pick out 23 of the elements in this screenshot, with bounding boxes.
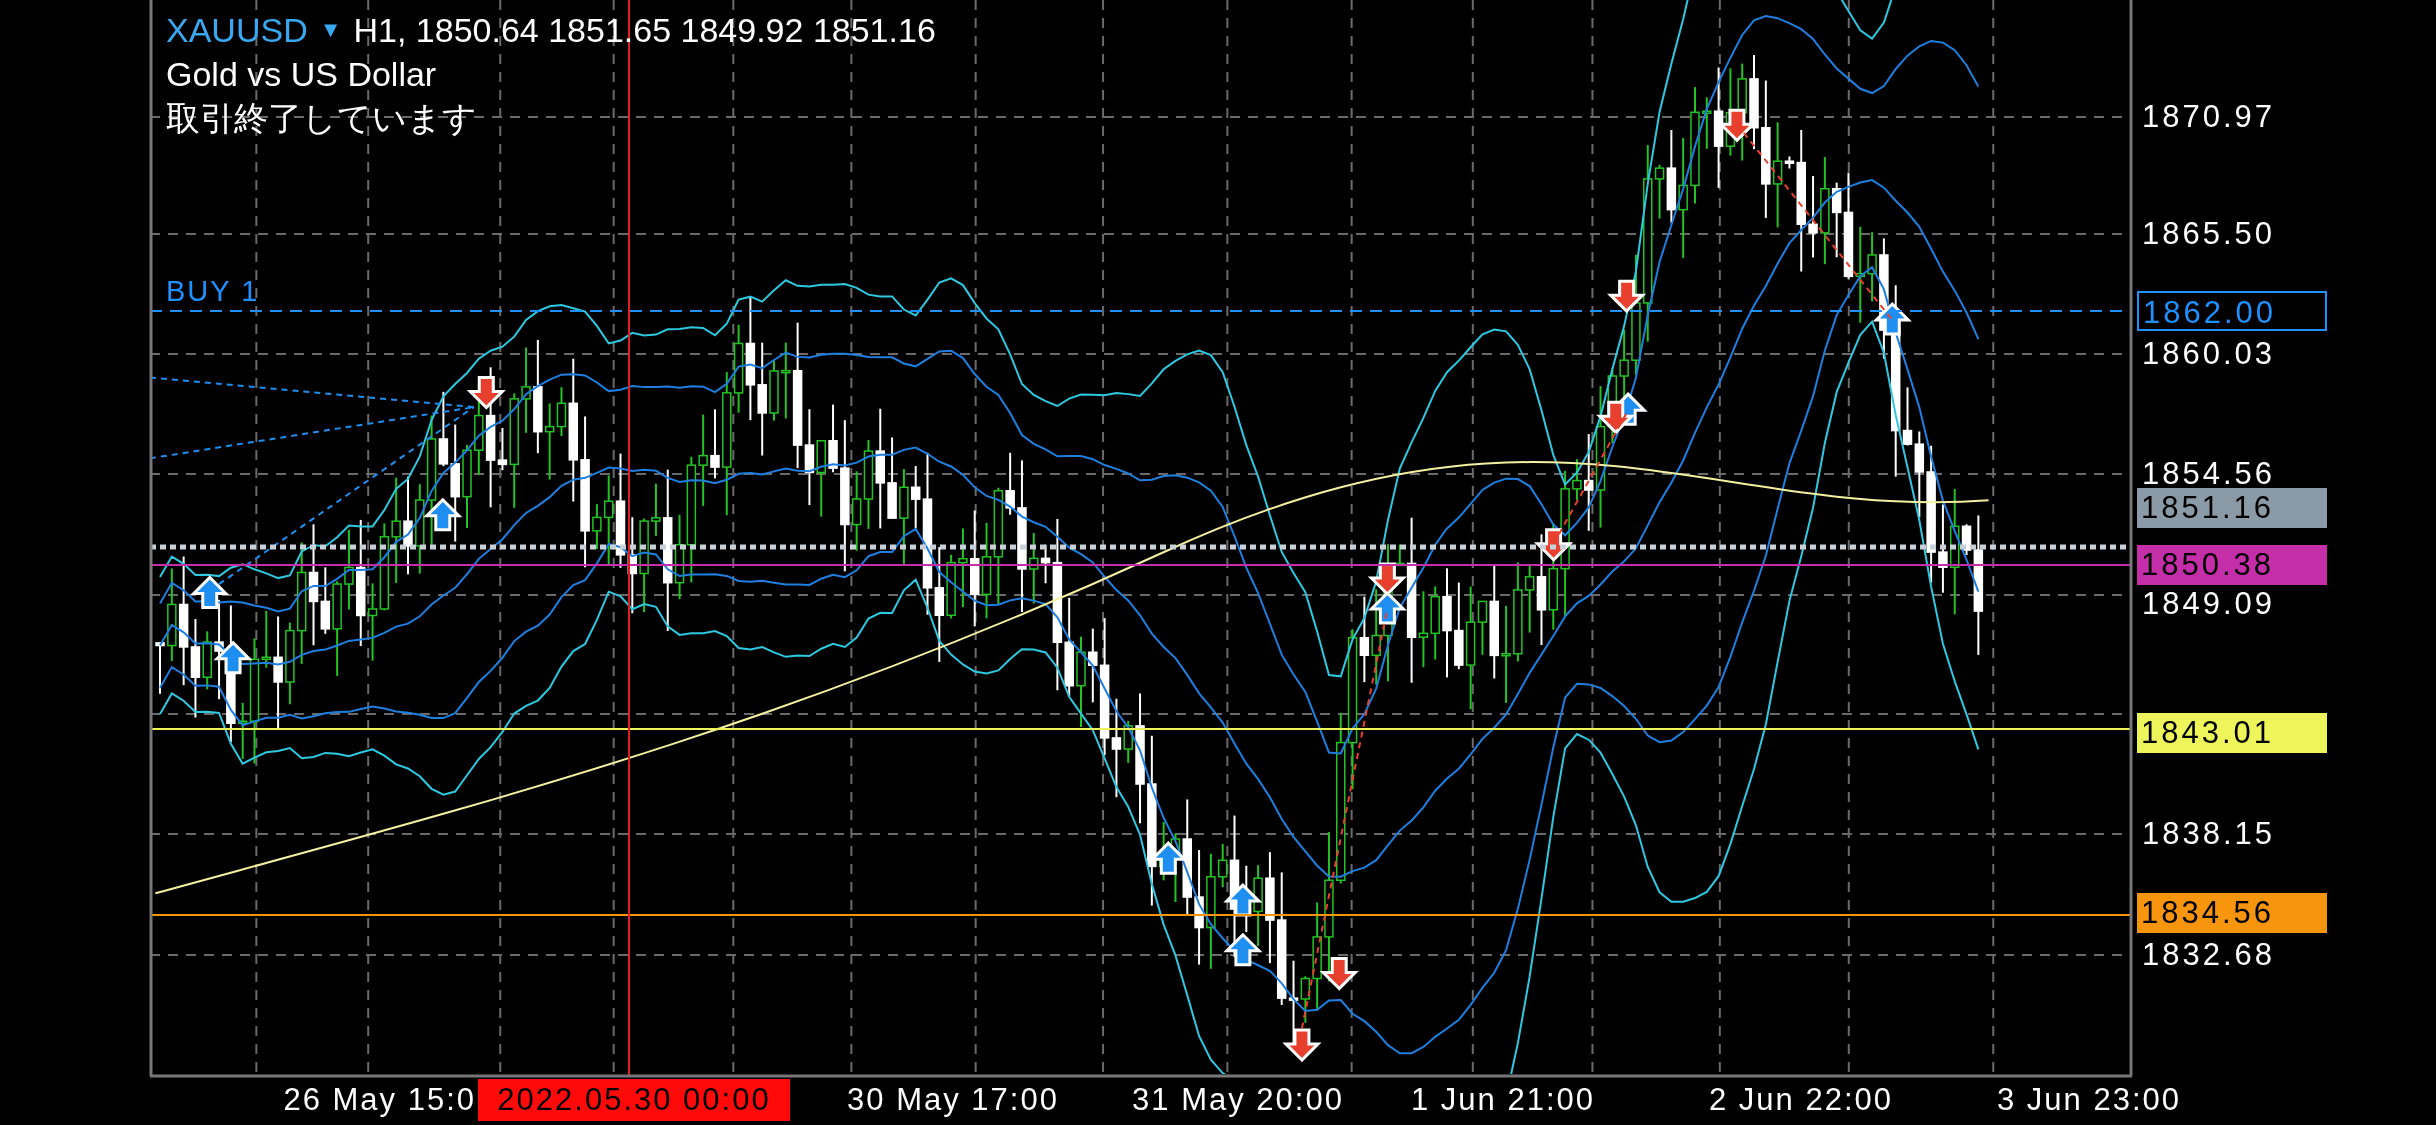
- time-axis-label: 1 Jun 21:00: [1411, 1081, 1595, 1119]
- price-axis-label: 1860.03: [2142, 336, 2276, 372]
- price-tag: 1834.56: [2137, 893, 2327, 933]
- price-axis-label: 1870.97: [2142, 99, 2276, 135]
- order-label: BUY 1: [166, 274, 260, 309]
- market-status: 取引終了しています: [166, 98, 477, 139]
- price-axis-label: 1838.15: [2142, 816, 2276, 852]
- symbol-name[interactable]: XAUUSD: [166, 8, 308, 52]
- price-axis-label: 1849.09: [2142, 586, 2276, 622]
- price-tag: 1851.16: [2137, 488, 2327, 528]
- price-axis-label: 1832.68: [2142, 937, 2276, 973]
- price-tag: 1850.38: [2137, 545, 2327, 585]
- price-tag: 1843.01: [2137, 713, 2327, 753]
- price-tag: 1862.00: [2137, 291, 2327, 331]
- time-axis-label: 2 Jun 22:00: [1709, 1081, 1893, 1119]
- time-axis-label: 26 May 15:0: [283, 1081, 476, 1119]
- crosshair-time-label: 2022.05.30 00:00: [478, 1079, 790, 1121]
- price-axis-label: 1865.50: [2142, 216, 2276, 252]
- caret-icon[interactable]: ▼: [319, 8, 342, 52]
- symbol-description: Gold vs US Dollar: [166, 54, 437, 95]
- time-axis-label: 3 Jun 23:00: [1997, 1081, 2181, 1119]
- time-axis-label: 30 May 17:00: [847, 1081, 1059, 1119]
- time-axis-label: 31 May 20:00: [1132, 1081, 1344, 1119]
